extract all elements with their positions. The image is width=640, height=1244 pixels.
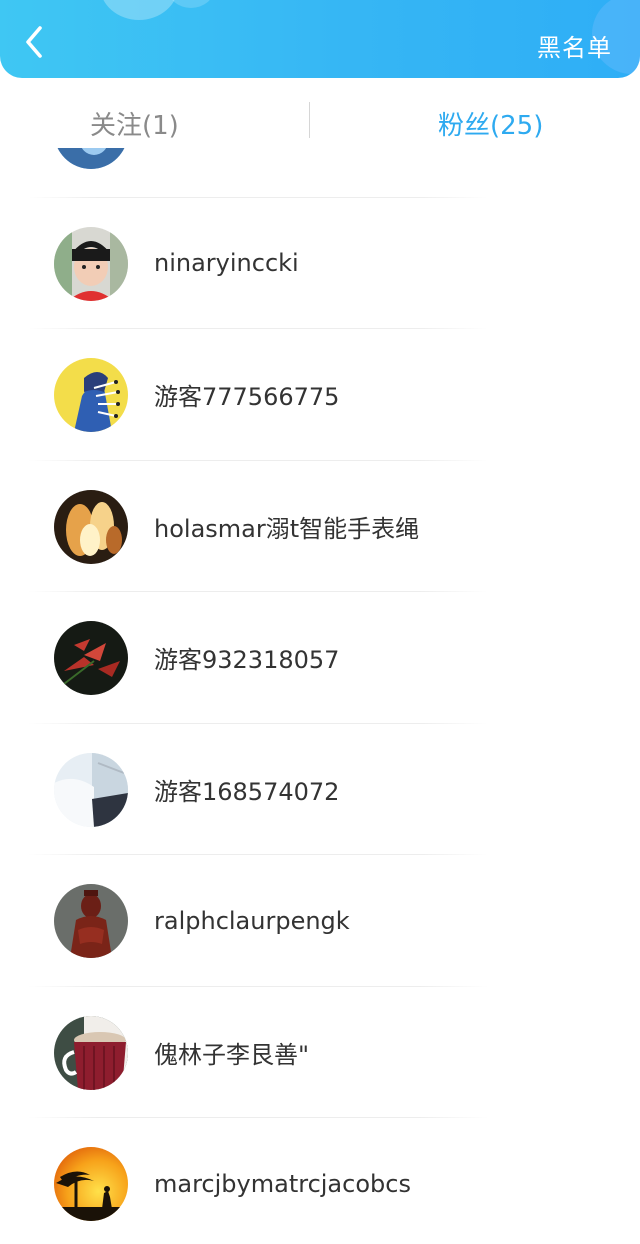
avatar bbox=[54, 226, 128, 301]
cup-photo-avatar-icon bbox=[54, 1015, 128, 1090]
decor-bubble bbox=[168, 0, 214, 8]
blue-photo-avatar-icon bbox=[54, 148, 128, 169]
fan-name: ninaryinccki bbox=[154, 249, 299, 278]
fan-name: holasmar溺t智能手表绳 bbox=[154, 514, 420, 543]
tab-following[interactable]: 关注(1) bbox=[90, 92, 179, 154]
avatar bbox=[54, 1015, 128, 1090]
statue-photo-avatar-icon bbox=[54, 884, 128, 958]
back-button[interactable] bbox=[14, 22, 54, 62]
child-photo-avatar-icon bbox=[54, 226, 128, 301]
tab-bar: 关注(1) 粉丝(25) bbox=[0, 92, 640, 154]
fire-photo-avatar-icon bbox=[54, 489, 128, 564]
avatar bbox=[54, 489, 128, 564]
fans-page: 黑名单 关注(1) 粉丝(25) ninaryinccki 游客77756677… bbox=[0, 0, 640, 1244]
tab-divider bbox=[309, 102, 310, 138]
list-item[interactable]: ralphclaurpengk bbox=[0, 855, 640, 987]
snow-photo-avatar-icon bbox=[54, 752, 128, 827]
fan-name: 游客777566775 bbox=[154, 383, 340, 412]
list-item[interactable]: marcjbymatrcjacobcs bbox=[0, 1118, 640, 1244]
fan-name: 游客932318057 bbox=[154, 646, 340, 675]
fan-name: ralphclaurpengk bbox=[154, 906, 350, 935]
flower-photo-avatar-icon bbox=[54, 621, 128, 695]
tab-fans[interactable]: 粉丝(25) bbox=[438, 92, 543, 154]
avatar bbox=[54, 148, 128, 169]
list-item[interactable] bbox=[0, 148, 640, 198]
avatar bbox=[54, 752, 128, 827]
fans-list[interactable]: ninaryinccki 游客777566775 holasmar溺t智能手表绳… bbox=[0, 148, 640, 1244]
blacklist-button[interactable]: 黑名单 bbox=[537, 28, 612, 63]
top-bar: 黑名单 bbox=[0, 0, 640, 78]
avatar bbox=[54, 621, 128, 695]
chevron-left-icon bbox=[26, 26, 42, 58]
fan-name: marcjbymatrcjacobcs bbox=[154, 1169, 411, 1198]
fan-name: 傀林子李艮善" bbox=[154, 1040, 310, 1069]
decor-bubble bbox=[100, 0, 178, 20]
list-item[interactable]: holasmar溺t智能手表绳 bbox=[0, 461, 640, 592]
list-item[interactable]: 游客932318057 bbox=[0, 592, 640, 724]
list-item[interactable]: ninaryinccki bbox=[0, 198, 640, 329]
avatar bbox=[54, 1147, 128, 1221]
list-item[interactable]: 游客777566775 bbox=[0, 329, 640, 461]
list-item[interactable]: 游客168574072 bbox=[0, 724, 640, 855]
avatar bbox=[54, 358, 128, 432]
sunset-tree-avatar-icon bbox=[54, 1147, 128, 1221]
avatar bbox=[54, 884, 128, 958]
fan-name: 游客168574072 bbox=[154, 777, 340, 806]
cartoon-avatar-icon bbox=[54, 358, 128, 432]
list-item[interactable]: 傀林子李艮善" bbox=[0, 987, 640, 1118]
